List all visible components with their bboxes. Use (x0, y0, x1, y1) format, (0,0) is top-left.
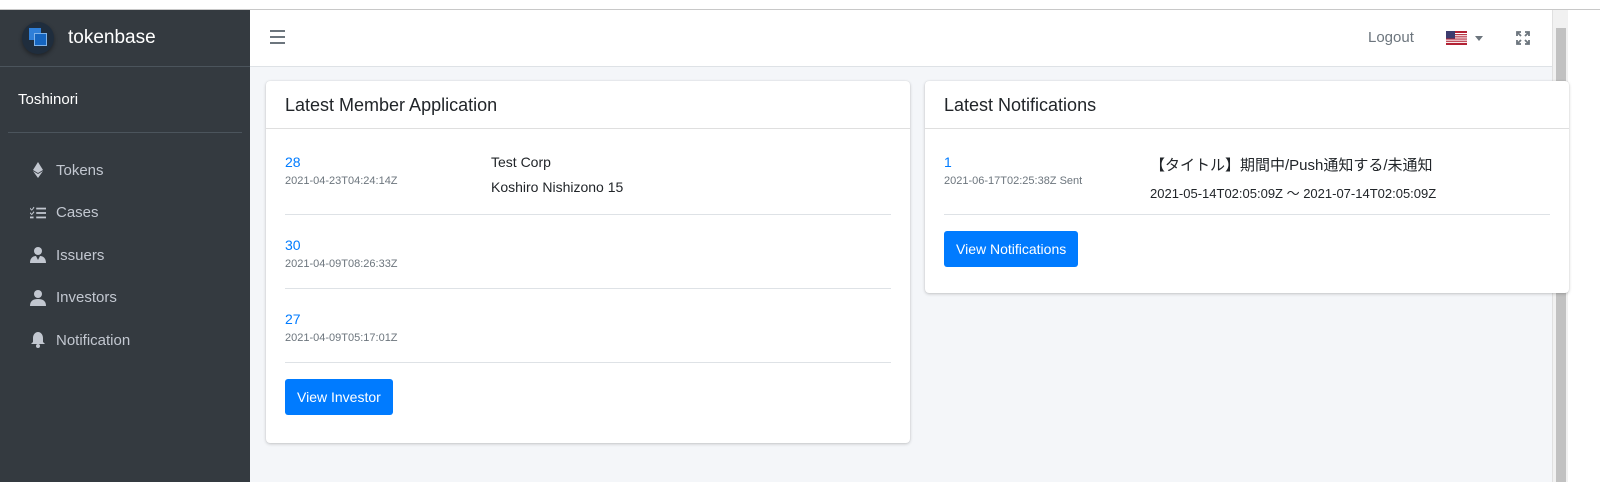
ethereum-icon (30, 162, 46, 179)
view-notifications-button[interactable]: View Notifications (944, 231, 1079, 267)
sidebar-item-label: Notification (56, 331, 131, 349)
user-icon (30, 289, 46, 306)
application-timestamp: 2021-04-23T04:24:14Z (285, 175, 398, 187)
sidebar: tokenbase Toshinori Tokens Cases Issuers (0, 10, 250, 482)
company-name: Test Corp (491, 154, 551, 170)
sidebar-item-tokens[interactable]: Tokens (0, 149, 250, 192)
sidebar-item-issuers[interactable]: Issuers (0, 234, 250, 277)
brand-link[interactable]: tokenbase (0, 10, 250, 67)
card-title: Latest Notifications (925, 81, 1569, 129)
sidebar-item-investors[interactable]: Investors (0, 277, 250, 320)
user-name: Toshinori (18, 91, 79, 108)
us-flag-icon[interactable] (1446, 31, 1467, 45)
sidebar-item-label: Investors (56, 289, 117, 307)
sidebar-nav: Tokens Cases Issuers Investors Notificat… (0, 133, 250, 362)
sidebar-item-label: Tokens (56, 161, 104, 179)
sidebar-item-notification[interactable]: Notification (0, 319, 250, 362)
table-row: 30 2021-04-09T08:26:33Z (285, 215, 891, 289)
table-row: 28 2021-04-23T04:24:14Z Test Corp Koshir… (285, 129, 891, 215)
application-id-link[interactable]: 30 (285, 237, 491, 253)
member-application-card: Latest Member Application 28 2021-04-23T… (266, 81, 910, 443)
card-title: Latest Member Application (266, 81, 910, 129)
sidebar-item-label: Cases (56, 204, 99, 222)
list-check-icon (30, 205, 46, 221)
logout-link[interactable]: Logout (1368, 29, 1414, 46)
applicant-name: Koshiro Nishizono 15 (491, 179, 624, 195)
bell-icon (30, 332, 46, 349)
table-row: 27 2021-04-09T05:17:01Z (285, 289, 891, 363)
sidebar-item-cases[interactable]: Cases (0, 192, 250, 235)
notification-meta: 2021-06-17T02:25:38Z Sent (944, 175, 1083, 187)
application-timestamp: 2021-04-09T05:17:01Z (285, 332, 398, 344)
sidebar-item-label: Issuers (56, 246, 105, 264)
view-investor-button[interactable]: View Investor (285, 379, 393, 415)
window-edge (1568, 10, 1600, 482)
language-dropdown-caret[interactable] (1475, 36, 1483, 41)
notification-title: 【タイトル】期間中/Push通知する/未通知 (1150, 157, 1433, 174)
user-tie-icon (30, 247, 46, 264)
latest-notifications-card: Latest Notifications 1 2021-06-17T02:25:… (925, 81, 1569, 293)
notification-period: 2021-05-14T02:05:09Z 〜 2021-07-14T02:05:… (1150, 186, 1437, 201)
browser-top-edge (0, 0, 1600, 10)
expand-icon[interactable] (1516, 31, 1530, 45)
table-row: 1 2021-06-17T02:25:38Z Sent 【タイトル】期間中/Pu… (944, 129, 1550, 215)
user-panel[interactable]: Toshinori (0, 67, 242, 132)
application-timestamp: 2021-04-09T08:26:33Z (285, 258, 398, 270)
application-id-link[interactable]: 27 (285, 311, 491, 327)
top-navbar: Logout (250, 10, 1552, 67)
application-id-link[interactable]: 28 (285, 154, 491, 170)
brand-name: tokenbase (68, 27, 156, 48)
notification-id-link[interactable]: 1 (944, 154, 1150, 170)
hamburger-icon[interactable] (270, 30, 285, 44)
brand-logo (22, 22, 54, 54)
